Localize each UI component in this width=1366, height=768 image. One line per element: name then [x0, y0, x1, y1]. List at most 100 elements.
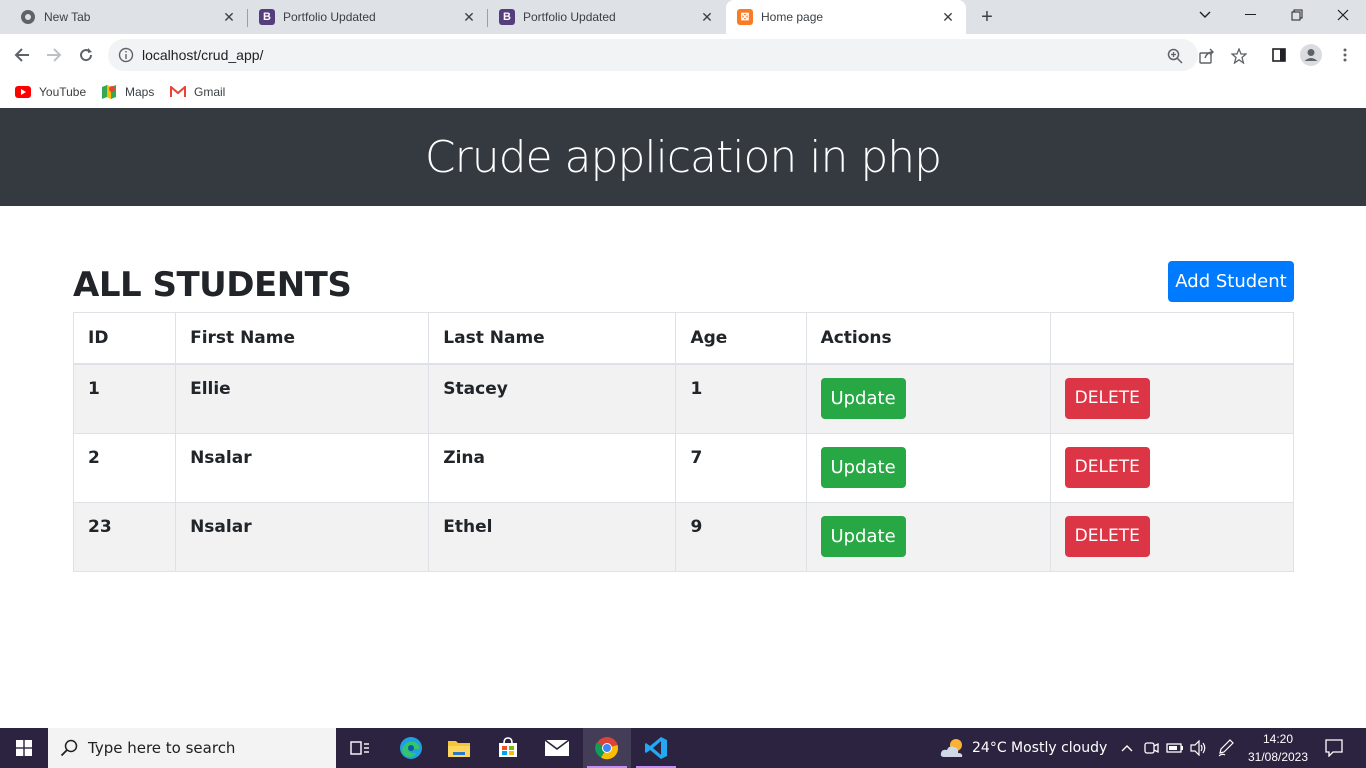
page-header: Crude application in php [0, 108, 1366, 206]
students-table: ID First Name Last Name Age Actions 1 El… [72, 312, 1295, 572]
cell-first-name: Nsalar [175, 501, 430, 572]
bookmark-maps[interactable]: Maps [101, 82, 154, 102]
cell-update: Update [805, 432, 1051, 503]
tab-title: New Tab [44, 10, 91, 24]
weather-text[interactable]: 24°C Mostly cloudy [972, 740, 1107, 756]
tab-portfolio-updated-1[interactable]: B Portfolio Updated ✕ [247, 0, 488, 34]
table-header-row: ID First Name Last Name Age Actions [72, 312, 1295, 365]
reload-icon[interactable] [72, 41, 100, 69]
task-view-icon[interactable] [336, 728, 384, 768]
section-title: ALL STUDENTS [73, 265, 352, 305]
cell-last-name: Zina [428, 432, 677, 503]
close-icon[interactable]: ✕ [461, 9, 477, 25]
window-close-icon[interactable] [1320, 0, 1366, 30]
volume-icon[interactable] [1189, 738, 1209, 758]
tab-new-tab[interactable]: New Tab ✕ [0, 0, 248, 34]
bootstrap-icon: B [259, 9, 275, 25]
site-info-icon[interactable] [118, 47, 134, 63]
tab-search-icon[interactable] [1182, 0, 1228, 30]
add-student-button[interactable]: Add Student [1168, 261, 1294, 302]
update-button[interactable]: Update [820, 378, 906, 420]
maps-icon [101, 84, 117, 100]
file-explorer-icon[interactable] [435, 728, 483, 768]
address-bar[interactable]: localhost/crud_app/ [108, 39, 1247, 71]
edge-icon[interactable] [387, 728, 435, 768]
update-button[interactable]: Update [820, 516, 906, 557]
delete-button[interactable]: DELETE [1064, 378, 1150, 420]
web-page: Crude application in php ALL STUDENTS Ad… [0, 108, 1366, 728]
clock-time: 14:20 [1262, 732, 1294, 746]
column-header-age: Age [675, 312, 807, 365]
column-header-empty [1049, 312, 1295, 365]
column-header-first-name: First Name [175, 312, 430, 365]
weather-cloudy-icon[interactable] [940, 736, 966, 760]
update-button[interactable]: Update [820, 447, 906, 488]
meet-now-icon[interactable] [1141, 738, 1161, 758]
search-placeholder: Type here to search [88, 739, 236, 757]
bookmark-label: YouTube [39, 85, 87, 99]
pen-icon[interactable] [1216, 738, 1236, 758]
tab-home-page[interactable]: ⊠ Home page ✕ [726, 0, 966, 34]
cell-last-name: Stacey [428, 363, 677, 434]
battery-icon[interactable] [1165, 738, 1185, 758]
zoom-icon[interactable] [1165, 46, 1185, 66]
menu-kebab-icon[interactable] [1334, 44, 1356, 66]
close-icon[interactable]: ✕ [221, 9, 237, 25]
delete-button[interactable]: DELETE [1064, 516, 1150, 557]
cell-age: 9 [675, 501, 807, 572]
cell-first-name: Ellie [175, 363, 430, 434]
chrome-taskbar-icon[interactable] [583, 728, 631, 768]
back-icon[interactable] [8, 41, 36, 69]
bookmark-gmail[interactable]: Gmail [170, 82, 225, 102]
bookmark-star-icon[interactable] [1229, 46, 1249, 66]
bootstrap-icon: B [499, 9, 515, 25]
cell-age: 7 [675, 432, 807, 503]
minimize-icon[interactable] [1228, 0, 1274, 30]
side-panel-icon[interactable] [1268, 44, 1290, 66]
youtube-icon [15, 86, 31, 98]
notifications-icon[interactable] [1322, 738, 1346, 758]
mail-icon[interactable] [533, 728, 581, 768]
cell-age: 1 [675, 363, 807, 434]
browser-toolbar: localhost/crud_app/ [0, 34, 1366, 76]
tab-title: Portfolio Updated [523, 10, 616, 24]
taskbar-search-box[interactable]: Type here to search [48, 728, 336, 768]
new-tab-button[interactable]: + [975, 6, 999, 28]
url-text[interactable]: localhost/crud_app/ [142, 47, 263, 63]
restore-icon[interactable] [1274, 0, 1320, 30]
clock-date: 31/08/2023 [1247, 750, 1309, 764]
cell-first-name: Nsalar [175, 432, 430, 503]
bookmark-youtube[interactable]: YouTube [15, 82, 86, 102]
windows-start-icon[interactable] [0, 728, 48, 768]
column-header-id: ID [72, 312, 177, 365]
delete-button[interactable]: DELETE [1064, 447, 1150, 488]
tab-title: Home page [761, 10, 824, 24]
cell-delete: DELETE [1049, 363, 1295, 434]
cell-id: 23 [72, 501, 177, 572]
table-row: 1 Ellie Stacey 1 Update DELETE [72, 363, 1295, 434]
forward-icon[interactable] [40, 41, 68, 69]
tab-portfolio-updated-2[interactable]: B Portfolio Updated ✕ [487, 0, 725, 34]
chevron-up-icon[interactable] [1117, 738, 1137, 758]
browser-tab-strip: New Tab ✕ B Portfolio Updated ✕ B Portfo… [0, 0, 1366, 34]
cell-delete: DELETE [1049, 432, 1295, 503]
table-row: 23 Nsalar Ethel 9 Update DELETE [72, 501, 1295, 572]
cell-id: 2 [72, 432, 177, 503]
vscode-icon[interactable] [632, 728, 680, 768]
windows-taskbar: Type here to search 24°C Mostly cloudy 1… [0, 728, 1366, 768]
cell-delete: DELETE [1049, 501, 1295, 572]
gmail-icon [170, 86, 186, 98]
chrome-icon [20, 9, 36, 25]
cell-update: Update [805, 363, 1051, 434]
close-icon[interactable]: ✕ [699, 9, 715, 25]
table-row: 2 Nsalar Zina 7 Update DELETE [72, 432, 1295, 503]
share-icon[interactable] [1197, 46, 1217, 66]
profile-avatar-icon[interactable] [1300, 44, 1322, 66]
bookmark-label: Maps [125, 85, 155, 99]
microsoft-store-icon[interactable] [484, 728, 532, 768]
cell-last-name: Ethel [428, 501, 677, 572]
taskbar-clock[interactable]: 14:20 31/08/2023 [1240, 730, 1316, 766]
column-header-actions: Actions [805, 312, 1051, 365]
column-header-last-name: Last Name [428, 312, 677, 365]
close-icon[interactable]: ✕ [940, 9, 956, 25]
